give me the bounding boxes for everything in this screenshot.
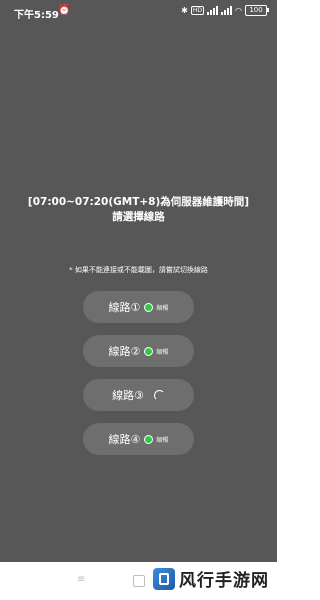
route-1-button[interactable]: 線路① 順暢 (83, 291, 194, 323)
route-status: 順暢 (144, 302, 169, 312)
status-dot-icon (144, 346, 154, 356)
route-label: 線路② (108, 345, 141, 358)
watermark-text: 风行手游网 (179, 571, 269, 591)
signal-icon (207, 6, 219, 15)
maintenance-time: [07:00~07:20(GMT+8)為伺服器維護時間] (27, 196, 250, 208)
route-status-text: 順暢 (156, 436, 169, 444)
route-status-text: 順暢 (156, 304, 169, 312)
status-dot-icon (144, 302, 154, 312)
watermark: 风行手游网 (153, 566, 269, 591)
loading-spinner-icon (153, 389, 165, 401)
route-status: 順暢 (144, 434, 169, 444)
status-icons: ✱ HD ◠ 100 (181, 5, 269, 16)
route-4-button[interactable]: 線路④ 順暢 (83, 423, 194, 455)
route-notice: * 如果不能連接或不能載圖，請嘗試切換線路 (69, 266, 208, 274)
route-label: 線路① (108, 301, 141, 314)
choose-route-heading: 請選擇線路 (112, 211, 165, 223)
battery-level: 100 (249, 6, 263, 14)
menu-icon[interactable]: ≡ (77, 574, 85, 586)
battery-icon: 100 (245, 5, 269, 16)
wifi-icon: ◠ (235, 5, 242, 15)
alarm-clock-icon: ⏰ (58, 5, 71, 16)
route-label: 線路④ (108, 433, 141, 446)
maintenance-title: [07:00~07:20(GMT+8)為伺服器維護時間] 請選擇線路 (0, 195, 277, 225)
route-label: 線路③ (112, 389, 144, 402)
route-status: 順暢 (144, 346, 169, 356)
status-dot-icon (144, 434, 154, 444)
bluetooth-icon: ✱ (181, 5, 188, 15)
route-3-button[interactable]: 線路③ (83, 379, 194, 411)
home-icon[interactable] (133, 575, 145, 587)
signal-icon-2 (221, 6, 233, 15)
status-bar: 下午5:59 ⏰ ✱ HD ◠ 100 (0, 0, 277, 24)
watermark-logo-icon (153, 567, 175, 590)
route-2-button[interactable]: 線路② 順暢 (83, 335, 194, 367)
app-screen: 下午5:59 ⏰ ✱ HD ◠ 100 [07:00~07:20(GMT+8)為… (0, 0, 277, 562)
route-status-text: 順暢 (156, 348, 169, 356)
status-time: 下午5:59 (14, 10, 59, 21)
hd-icon: HD (190, 6, 205, 15)
